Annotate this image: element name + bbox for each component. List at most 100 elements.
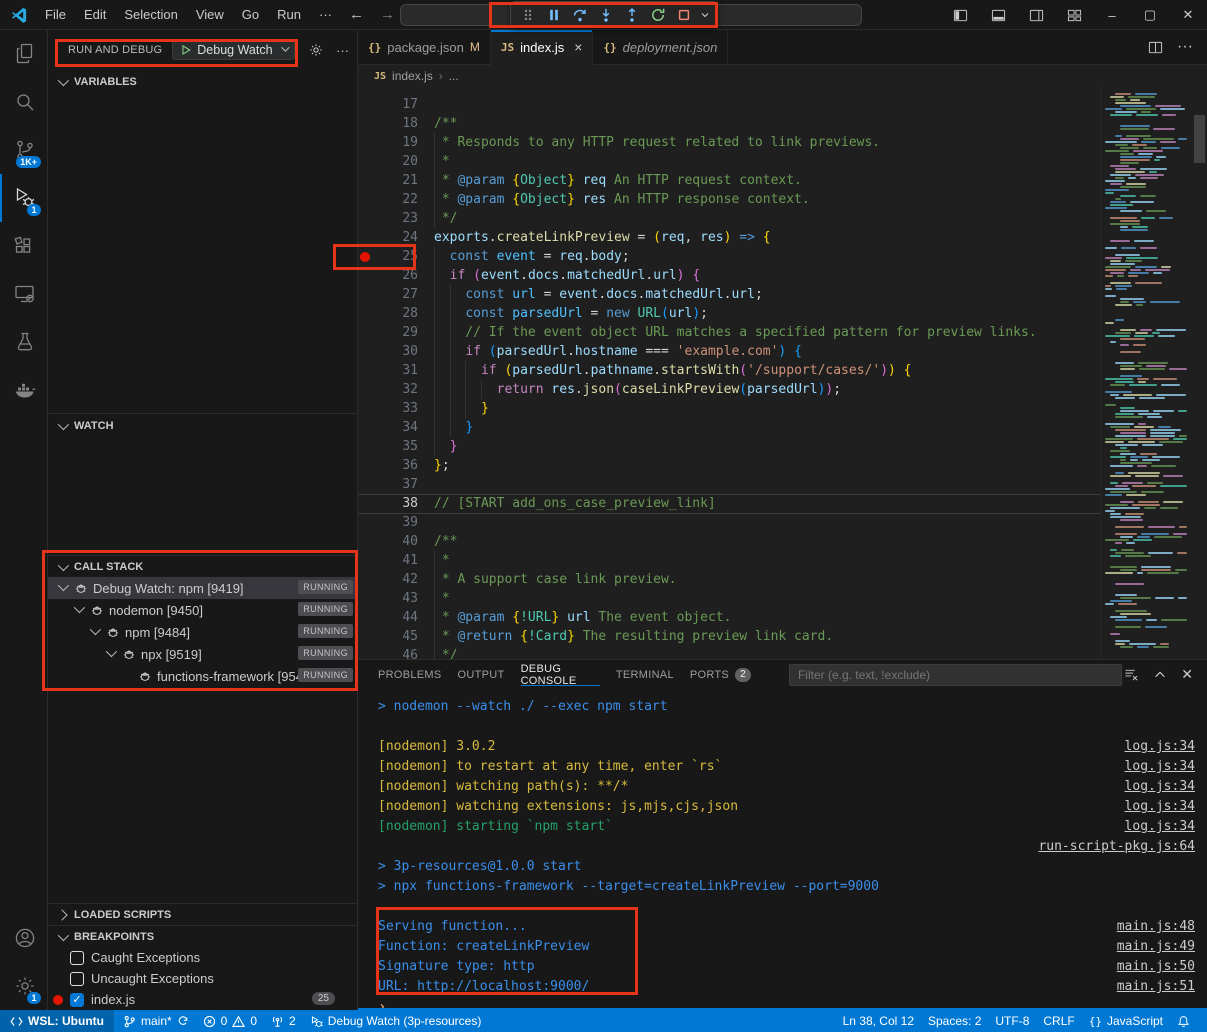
activity-remote-explorer[interactable] [0,270,47,318]
encoding-setting[interactable]: UTF-8 [988,1010,1036,1032]
source-link[interactable]: main.js:50 [1117,957,1195,977]
activity-run-and-debug[interactable]: 1 [0,174,47,222]
dropdown-button[interactable] [697,3,713,27]
menu-edit[interactable]: Edit [75,0,115,30]
code-editor[interactable]: 1718/**19 * Responds to any HTTP request… [358,87,1207,659]
gutter-45[interactable]: 45 [358,627,426,646]
breakpoint-checkbox[interactable] [70,972,84,986]
gutter-31[interactable]: 31 [358,361,426,380]
git-branch-status[interactable]: main* [116,1010,196,1032]
activity-accounts[interactable] [0,914,47,962]
gutter-43[interactable]: 43 [358,589,426,608]
remote-indicator[interactable]: WSL: Ubuntu [0,1010,114,1032]
activity-extensions[interactable] [0,222,47,270]
notifications-bell-icon[interactable] [1170,1010,1197,1032]
call-stack-row[interactable]: functions-framework [954...RUNNING [48,665,357,687]
gutter-38[interactable]: 38 [358,494,426,513]
tab-deployment.json[interactable]: {}deployment.json [593,30,728,64]
gutter-20[interactable]: 20 [358,152,426,171]
maximize-panel-icon[interactable] [1153,668,1167,682]
section-loaded-scripts[interactable]: LOADED SCRIPTS [48,903,357,925]
gutter-26[interactable]: 26 [358,266,426,285]
activity-settings[interactable]: 1 [0,962,47,1010]
section-call-stack[interactable]: CALL STACK [48,555,357,577]
gutter-35[interactable]: 35 [358,437,426,456]
section-breakpoints[interactable]: BREAKPOINTS [48,925,357,947]
gutter-44[interactable]: 44 [358,608,426,627]
breakpoint-row[interactable]: ✓index.js25 [48,989,357,1010]
breakpoint-dot-icon[interactable] [360,252,370,262]
panel-tab-terminal[interactable]: TERMINAL [608,660,682,689]
sidebar-more-actions-icon[interactable]: ··· [336,43,349,58]
source-link[interactable]: log.js:34 [1125,777,1195,797]
gutter-29[interactable]: 29 [358,323,426,342]
gutter-25[interactable]: 25 [358,247,426,266]
gutter-36[interactable]: 36 [358,456,426,475]
debug-session-status[interactable]: Debug Watch (3p-resources) [303,1010,489,1032]
source-link[interactable]: log.js:34 [1125,817,1195,837]
step-over-button[interactable] [567,3,593,27]
minimap[interactable] [1100,87,1192,659]
customize-layout-icon[interactable] [1055,0,1093,30]
activity-source-control[interactable]: 1K+ [0,126,47,174]
panel-tab-problems[interactable]: PROBLEMS [370,660,450,689]
tab-index.js[interactable]: JSindex.js× [491,30,594,65]
layout-panel-icon[interactable] [979,0,1017,30]
menu-view[interactable]: View [187,0,233,30]
menu-run[interactable]: Run [268,0,310,30]
pause-button[interactable] [541,3,567,27]
gutter-23[interactable]: 23 [358,209,426,228]
gutter-17[interactable]: 17 [358,95,426,114]
menu-file[interactable]: File [36,0,75,30]
debug-settings-gear-icon[interactable] [308,42,324,58]
activity-testing[interactable] [0,318,47,366]
gutter-39[interactable]: 39 [358,513,426,532]
gutter-40[interactable]: 40 [358,532,426,551]
close-panel-icon[interactable]: ✕ [1181,666,1193,683]
layout-sidebar-left-icon[interactable] [941,0,979,30]
step-into-button[interactable] [593,3,619,27]
gutter-32[interactable]: 32 [358,380,426,399]
editor-scrollbar[interactable] [1192,87,1207,659]
language-mode[interactable]: {}JavaScript [1082,1010,1170,1032]
gutter-37[interactable]: 37 [358,475,426,494]
source-link[interactable]: log.js:34 [1125,797,1195,817]
close-tab-icon[interactable]: × [574,39,582,55]
step-out-button[interactable] [619,3,645,27]
nav-back-arrow[interactable]: ← [341,6,372,23]
minimize-button[interactable]: – [1093,0,1131,30]
breakpoint-row[interactable]: Caught Exceptions [48,947,357,968]
clear-console-icon[interactable] [1124,667,1139,682]
gutter-18[interactable]: 18 [358,114,426,133]
gutter-22[interactable]: 22 [358,190,426,209]
source-link[interactable]: main.js:49 [1117,937,1195,957]
menu-selection[interactable]: Selection [115,0,186,30]
close-window-button[interactable]: ✕ [1169,0,1207,30]
gutter-42[interactable]: 42 [358,570,426,589]
restart-button[interactable] [645,3,671,27]
gutter-30[interactable]: 30 [358,342,426,361]
scrollbar-thumb[interactable] [1194,115,1205,163]
split-editor-icon[interactable] [1148,40,1163,55]
nav-forward-arrow[interactable]: → [372,6,403,23]
stop-button[interactable] [671,3,697,27]
menu-overflow[interactable]: ··· [310,0,341,30]
breadcrumb[interactable]: JS index.js › ... [358,65,1207,87]
console-prompt[interactable]: › [378,997,1195,1008]
source-link[interactable]: main.js:51 [1117,977,1195,997]
section-watch[interactable]: WATCH [48,413,357,437]
gutter-27[interactable]: 27 [358,285,426,304]
source-link[interactable]: log.js:34 [1125,757,1195,777]
gutter-24[interactable]: 24 [358,228,426,247]
breakpoint-checkbox[interactable]: ✓ [70,993,84,1007]
call-stack-row[interactable]: Debug Watch: npm [9419]RUNNING [48,577,357,599]
launch-config-dropdown[interactable]: Debug Watch [172,40,294,60]
breakpoint-checkbox[interactable] [70,951,84,965]
maximize-button[interactable]: ▢ [1131,0,1169,30]
panel-tab-debug-console[interactable]: DEBUG CONSOLE [513,660,608,689]
call-stack-row[interactable]: nodemon [9450]RUNNING [48,599,357,621]
panel-tab-output[interactable]: OUTPUT [450,660,513,689]
layout-sidebar-right-icon[interactable] [1017,0,1055,30]
gutter-21[interactable]: 21 [358,171,426,190]
console-filter-input[interactable] [789,664,1122,686]
